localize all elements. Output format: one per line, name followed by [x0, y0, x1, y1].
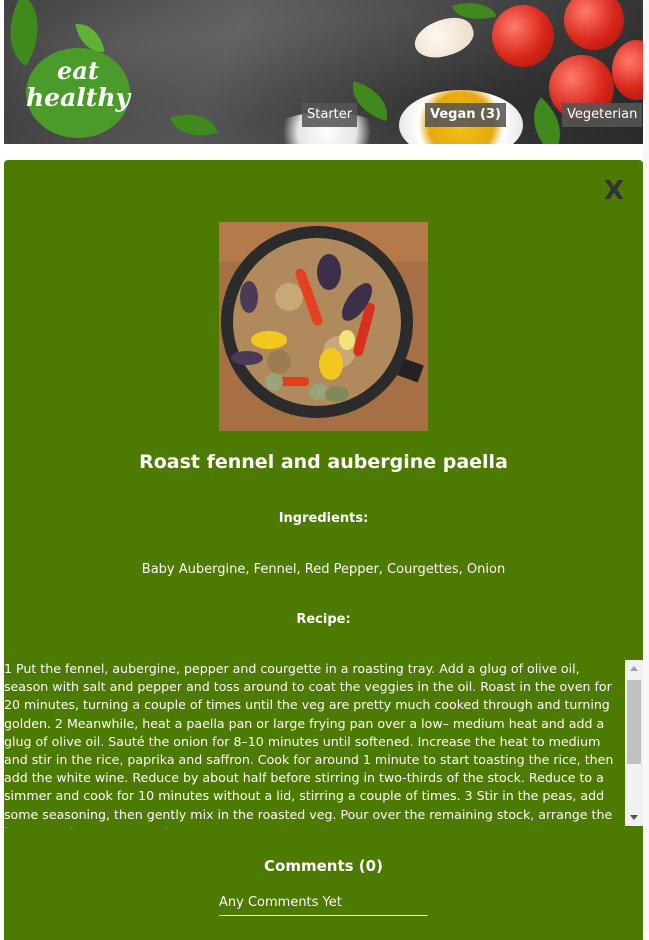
nav-tab-vegetarian[interactable]: Vegeterian — [562, 103, 643, 127]
logo-line-1: eat — [57, 56, 99, 85]
recipe-scrollbar[interactable] — [625, 660, 643, 826]
header-banner: eat healthy Starter Vegan (3) Vegeterian — [4, 0, 643, 144]
dish-title: Roast fennel and aubergine paella — [139, 451, 508, 473]
close-button[interactable]: X — [604, 176, 624, 206]
comments-heading: Comments (0) — [264, 857, 383, 875]
page-edge — [643, 0, 649, 932]
scroll-down-icon[interactable] — [630, 815, 638, 820]
ingredients-heading: Ingredients: — [278, 511, 369, 526]
scroll-thumb[interactable] — [627, 680, 641, 764]
dish-image — [219, 222, 428, 431]
comments-empty-message: Any Comments Yet — [219, 895, 428, 916]
logo-line-2: healthy — [26, 83, 131, 112]
recipe-text: 1 Put the fennel, aubergine, pepper and … — [4, 661, 614, 828]
scroll-up-icon[interactable] — [630, 666, 638, 671]
tomato-decor — [492, 5, 554, 67]
nav-tab-starter[interactable]: Starter — [302, 103, 358, 127]
ingredients-list: Baby Aubergine, Fennel, Red Pepper, Cour… — [141, 562, 506, 577]
nav-tab-vegan[interactable]: Vegan (3) — [425, 103, 506, 127]
recipe-heading: Recipe: — [296, 612, 351, 627]
eat-healthy-logo[interactable]: eat healthy — [26, 48, 130, 138]
recipe-scroll-area[interactable]: 1 Put the fennel, aubergine, pepper and … — [4, 660, 643, 828]
paella-photo-icon — [219, 222, 428, 431]
recipe-modal: X Roast fennel and aubergine paella Ingr… — [4, 160, 643, 940]
